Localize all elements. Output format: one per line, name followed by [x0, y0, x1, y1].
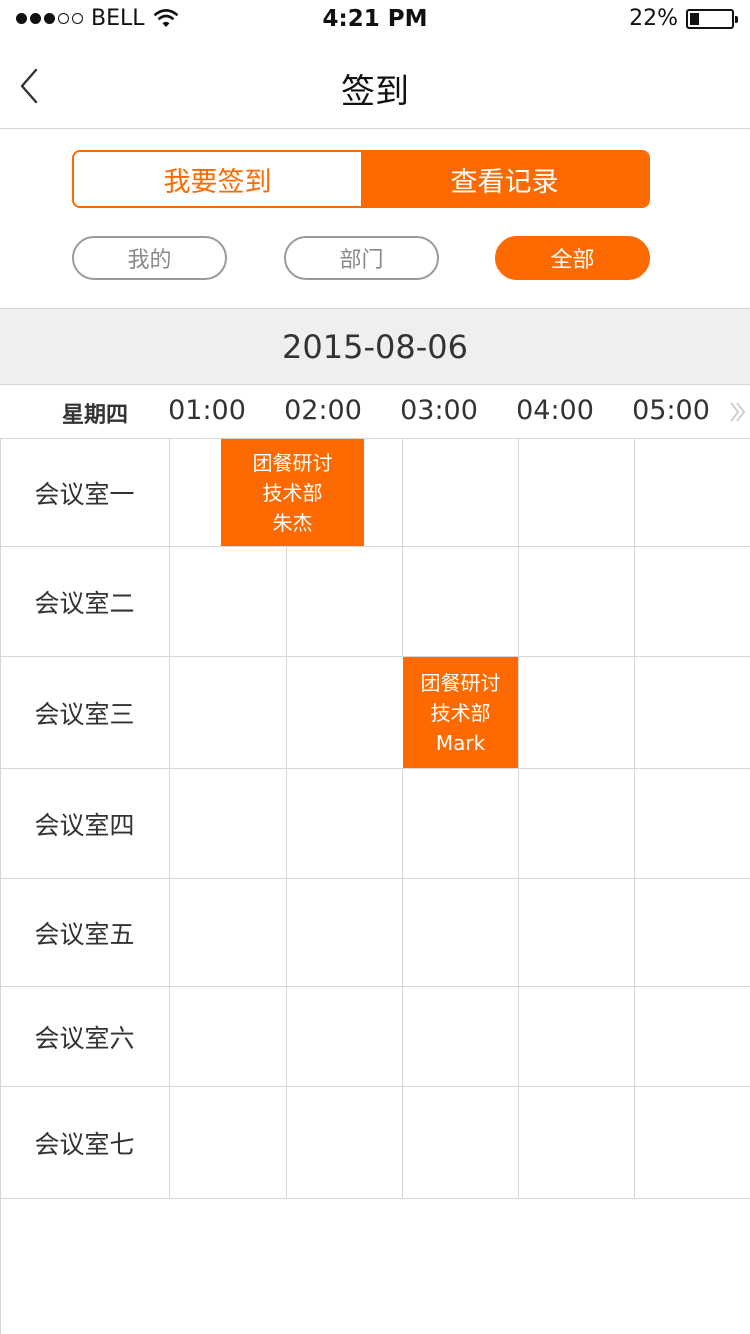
mode-segmented-control: 我要签到 查看记录	[72, 150, 650, 208]
booking-event[interactable]: 团餐研讨 技术部 Mark	[403, 657, 518, 768]
date-bar[interactable]: 2015-08-06	[0, 308, 750, 385]
status-right: 22%	[629, 6, 738, 31]
hour-label: 01:00	[168, 395, 246, 426]
room-label: 会议室三	[0, 657, 170, 768]
room-row: 会议室七	[0, 1087, 750, 1199]
grid-line	[518, 987, 519, 1087]
filter-department[interactable]: 部门	[284, 236, 439, 280]
grid-line	[402, 1087, 403, 1199]
grid-line	[518, 769, 519, 879]
scope-filters: 我的 部门 全部	[0, 236, 750, 280]
event-person: Mark	[435, 730, 486, 755]
room-label: 会议室二	[0, 547, 170, 656]
grid-line	[286, 879, 287, 987]
schedule-header: 星期四 01:00 02:00 03:00 04:00 05:00	[0, 385, 750, 439]
filter-all[interactable]: 全部	[495, 236, 650, 280]
room-row: 会议室一 团餐研讨 技术部 朱杰	[0, 439, 750, 547]
grid-line	[518, 879, 519, 987]
grid-line	[634, 987, 635, 1087]
grid-line	[286, 657, 287, 769]
segment-view-records[interactable]: 查看记录	[361, 152, 648, 206]
room-row: 会议室二	[0, 547, 750, 657]
hour-label: 03:00	[400, 395, 478, 426]
grid-line	[286, 547, 287, 657]
page-title: 签到	[341, 72, 409, 112]
grid-line	[634, 879, 635, 987]
event-person: 朱杰	[272, 510, 313, 535]
current-date: 2015-08-06	[282, 327, 468, 366]
grid-line	[286, 987, 287, 1087]
grid-line	[286, 1087, 287, 1199]
double-chevron-right-icon[interactable]	[728, 399, 748, 425]
grid-line	[634, 547, 635, 657]
grid-line	[634, 1087, 635, 1199]
room-row: 会议室五	[0, 879, 750, 987]
grid-line	[518, 547, 519, 657]
status-bar: BELL 4:21 PM 22%	[0, 0, 750, 40]
room-label: 会议室七	[0, 1087, 170, 1198]
battery-icon	[686, 8, 738, 29]
battery-percent: 22%	[629, 6, 678, 31]
grid-line	[634, 769, 635, 879]
room-label: 会议室六	[0, 987, 170, 1086]
hour-label: 04:00	[516, 395, 594, 426]
room-label: 会议室四	[0, 769, 170, 878]
grid-line	[402, 547, 403, 657]
grid-line	[518, 439, 519, 547]
event-department: 技术部	[262, 480, 323, 505]
navigation-bar: 签到	[0, 40, 750, 129]
hour-label: 05:00	[632, 395, 710, 426]
grid-line	[634, 657, 635, 769]
grid-line	[518, 657, 519, 769]
filter-mine[interactable]: 我的	[72, 236, 227, 280]
event-department: 技术部	[430, 700, 491, 725]
event-title: 团餐研讨	[252, 450, 333, 475]
event-title: 团餐研讨	[420, 670, 501, 695]
room-row: 会议室四	[0, 769, 750, 879]
battery-fill	[690, 12, 699, 25]
grid-line	[402, 439, 403, 547]
grid-line	[402, 879, 403, 987]
grid-line	[518, 1087, 519, 1199]
room-label: 会议室一	[0, 439, 170, 546]
booking-event[interactable]: 团餐研讨 技术部 朱杰	[221, 439, 364, 546]
room-row: 会议室三 团餐研讨 技术部 Mark	[0, 657, 750, 769]
grid-line	[402, 987, 403, 1087]
grid-line	[286, 769, 287, 879]
segment-check-in[interactable]: 我要签到	[74, 152, 361, 206]
room-row: 会议室六	[0, 987, 750, 1087]
grid-line	[402, 769, 403, 879]
room-label: 会议室五	[0, 879, 170, 986]
hour-label: 02:00	[284, 395, 362, 426]
grid-line	[634, 439, 635, 547]
